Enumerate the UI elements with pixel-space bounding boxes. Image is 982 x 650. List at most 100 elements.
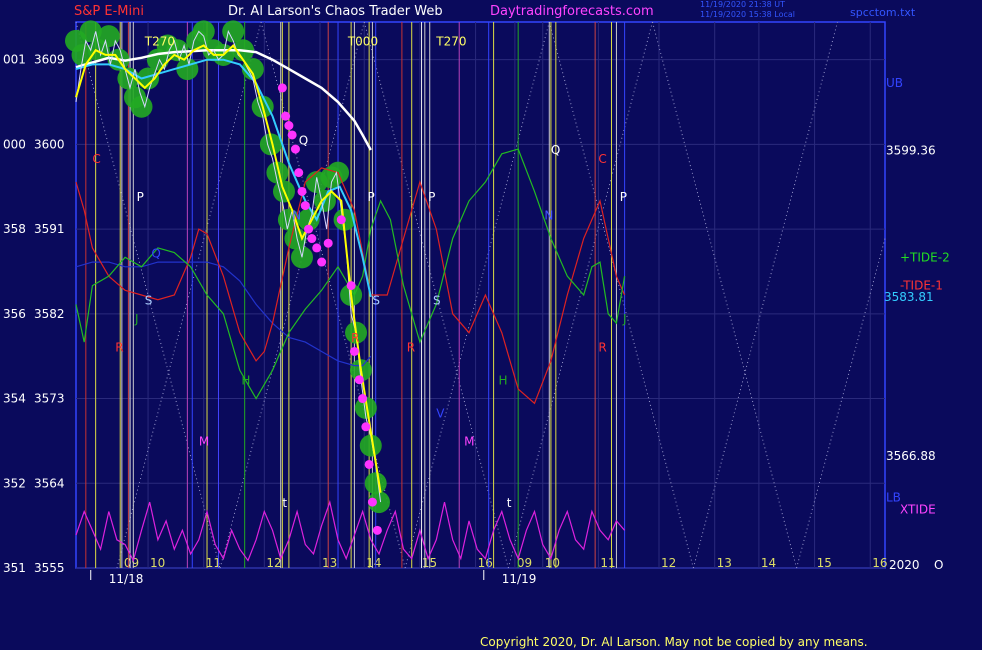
signal-marker (354, 375, 364, 385)
signal-marker (294, 168, 304, 178)
x-tick-label: 11 (600, 556, 615, 570)
glow-point (176, 58, 199, 81)
glow-point (345, 321, 368, 344)
y-tick-alt-label: 356 (3, 307, 26, 321)
glow-point (272, 180, 295, 203)
glow-point (327, 161, 350, 184)
line-label: N (292, 209, 301, 223)
site-title: Dr. Al Larson's Chaos Trader Web (228, 4, 443, 19)
glow-point (354, 396, 377, 419)
signal-marker (287, 130, 297, 140)
glow-point (192, 20, 215, 43)
x-day-label: 11/19 (502, 572, 537, 586)
glow-point (87, 39, 110, 62)
x-tick-label: 10 (545, 556, 560, 570)
cycle-diagonal (116, 21, 262, 569)
y-tick-label: 3609 (34, 53, 65, 67)
glow-point (305, 171, 328, 194)
signal-marker (297, 186, 307, 196)
glow-point (333, 208, 356, 231)
x-tick-label: 16 (478, 556, 493, 570)
right-axis-label: 3583.81 (884, 290, 934, 304)
signal-marker (358, 394, 368, 404)
line-label: R (598, 340, 606, 354)
signal-marker (323, 238, 333, 248)
tide_minus-line (75, 167, 626, 405)
right-axis-label: O (934, 558, 943, 572)
x-tick-label: 14 (366, 556, 381, 570)
right-axis-label: 3566.88 (886, 449, 936, 463)
glow-point (202, 39, 225, 62)
x-tick-label: 11 (206, 556, 221, 570)
x-tick-label: 13 (322, 556, 337, 570)
signal-marker (367, 497, 377, 507)
cycle-diagonal (651, 21, 798, 569)
signal-marker (364, 459, 374, 469)
sp-emini-chart: 001 3609 000 3600 358 3591 356 3582 354 3573 352 35… (3, 20, 950, 586)
glow-point (259, 133, 282, 156)
line-label: Q (551, 143, 560, 157)
y-tick-label: 3573 (34, 392, 65, 406)
signal-marker (300, 201, 310, 211)
y-tick-label: 3582 (34, 307, 65, 321)
right-axis-label: +TIDE-2 (900, 250, 950, 264)
glow-point (241, 58, 264, 81)
line-label: V (436, 406, 445, 420)
cycle-diagonal (363, 21, 509, 569)
signal-marker (361, 422, 371, 432)
right-axis-label: -TIDE-1 (900, 279, 943, 293)
line-label: Q (299, 133, 308, 147)
ma_slow-line (75, 48, 372, 151)
cycle-diagonal (404, 21, 550, 569)
x-tick-label: 16 (872, 556, 887, 570)
line-label: t (282, 496, 287, 510)
right-axis-label: UB (886, 76, 903, 90)
glow-point (71, 43, 94, 66)
signal-marker (290, 144, 300, 154)
line-label: t (507, 496, 512, 510)
y-tick-alt-label: 351 (3, 561, 26, 575)
line-label: Q (151, 246, 160, 260)
signal-marker (372, 525, 382, 535)
cycle-diagonal (219, 21, 365, 569)
x-tick-label: 10 (150, 556, 165, 570)
y-tick-alt-label: 000 (3, 137, 26, 151)
y-tick-alt-label: 354 (3, 392, 26, 406)
y-tick-label: 3564 (34, 476, 65, 490)
line-label: S (433, 293, 441, 307)
symbol-label: S&P E-Mini (74, 4, 144, 19)
line-label: C (598, 152, 606, 166)
line-label: M (199, 435, 209, 449)
signal-marker (312, 243, 322, 253)
glow-point (107, 48, 130, 71)
signal-marker (307, 234, 317, 244)
glow-point (349, 359, 372, 382)
signal-marker (317, 257, 327, 267)
x-tick-label: 09 (124, 556, 139, 570)
line-label: T000 (347, 35, 378, 49)
line-label: P (428, 190, 435, 204)
line-label: P (137, 190, 144, 204)
x-tick-label: 15 (422, 556, 437, 570)
y-tick-label: 3600 (34, 137, 65, 151)
cycle-diagonal (796, 238, 886, 569)
tide_plus-line (75, 148, 626, 400)
y-tick-label: 3555 (34, 561, 65, 575)
cycle-diagonal (75, 21, 221, 569)
glow-point (251, 95, 274, 118)
glow-point (156, 34, 179, 57)
copyright: Copyright 2020, Dr. Al Larson. May not b… (480, 635, 868, 649)
x-tick-label: 15 (817, 556, 832, 570)
glow-point (65, 29, 87, 52)
x-tick-label: 12 (661, 556, 676, 570)
y-tick-alt-label: 358 (3, 222, 26, 236)
line-label: P (620, 190, 627, 204)
site-url[interactable]: Daytradingforecasts.com (490, 4, 654, 19)
right-axis-label: XTIDE (900, 503, 936, 517)
cycle-diagonal (260, 21, 406, 569)
signal-marker (349, 346, 359, 356)
glow-point (137, 67, 160, 90)
y-tick-alt-label: 001 (3, 53, 26, 67)
cycle-diagonal (692, 21, 838, 569)
glow-point (117, 67, 140, 90)
